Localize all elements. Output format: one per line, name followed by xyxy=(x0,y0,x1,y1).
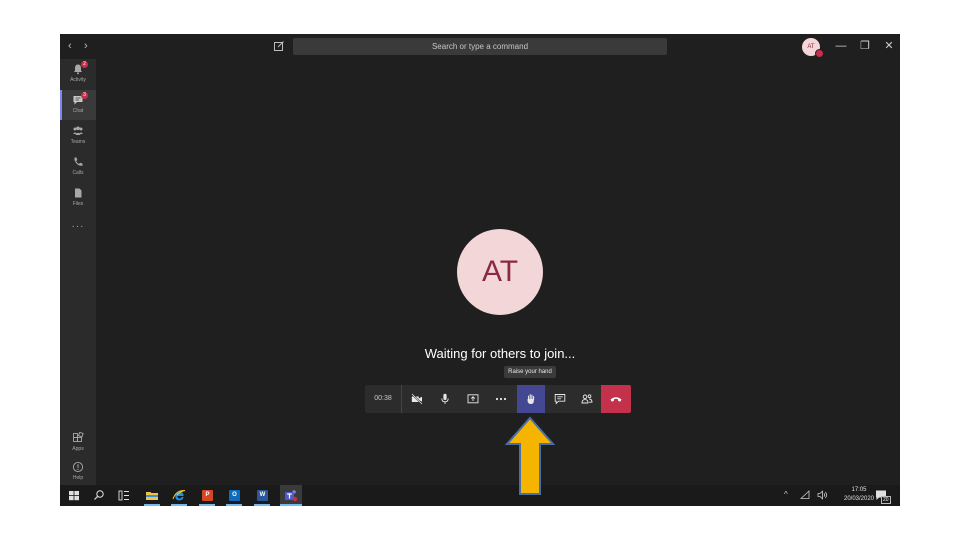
wifi-icon[interactable] xyxy=(800,490,810,500)
taskbar-outlook[interactable]: O xyxy=(226,488,242,506)
compose-icon[interactable] xyxy=(273,40,285,52)
more-actions-button[interactable] xyxy=(487,385,515,413)
teams-window: ‹ › Search or type a command AT — ❐ ✕ 2 … xyxy=(60,34,900,506)
hang-up-icon xyxy=(610,397,622,402)
chat-badge: 3 xyxy=(81,92,88,99)
camera-off-icon xyxy=(411,393,423,405)
back-button[interactable]: ‹ xyxy=(68,39,72,53)
search-icon[interactable] xyxy=(91,488,107,503)
help-icon xyxy=(72,461,84,473)
notification-count: 20 xyxy=(881,496,891,504)
participants-icon xyxy=(581,394,593,404)
sidebar-item-help[interactable]: Help xyxy=(60,457,96,487)
more-apps-button[interactable]: ··· xyxy=(60,221,96,232)
file-icon xyxy=(75,188,82,198)
call-controls-bar: 00:38 xyxy=(365,385,631,413)
microphone-icon xyxy=(441,393,449,404)
teams-icon xyxy=(73,126,83,135)
sidebar-item-chat[interactable]: 3 Chat xyxy=(60,90,96,120)
clock-date: 20/03/2020 xyxy=(843,496,875,502)
internet-explorer-icon xyxy=(172,489,186,501)
teams-app-icon xyxy=(285,490,298,502)
windows-start-icon[interactable] xyxy=(66,488,82,503)
sidebar-item-label: Files xyxy=(72,201,84,207)
running-indicator xyxy=(226,504,242,506)
clock-time: 17:05 xyxy=(851,487,867,493)
close-button[interactable]: ✕ xyxy=(882,39,896,53)
volume-icon[interactable] xyxy=(817,490,828,500)
raise-hand-button[interactable] xyxy=(517,385,545,413)
conversation-button[interactable] xyxy=(546,385,574,413)
word-icon: W xyxy=(257,490,268,501)
call-timer: 00:38 xyxy=(365,385,402,413)
show-hidden-icons-button[interactable]: ^ xyxy=(784,489,788,501)
task-view-icon[interactable] xyxy=(116,488,132,503)
sidebar-item-label: Teams xyxy=(70,139,86,145)
title-bar: ‹ › Search or type a command AT — ❐ ✕ xyxy=(60,34,900,59)
running-indicator xyxy=(280,504,302,506)
sidebar-item-label: Calls xyxy=(72,170,84,176)
more-icon xyxy=(495,397,507,401)
phone-icon xyxy=(74,157,83,166)
app-bar: 2 Activity 3 Chat Teams Calls Files ··· … xyxy=(60,59,96,485)
taskbar-teams[interactable] xyxy=(280,485,302,506)
sidebar-item-files[interactable]: Files xyxy=(60,183,96,213)
sidebar-item-label: Activity xyxy=(70,77,86,83)
running-indicator xyxy=(254,504,270,506)
presence-status-icon xyxy=(815,49,824,58)
taskbar-powerpoint[interactable]: P xyxy=(199,488,215,506)
chat-icon xyxy=(554,394,566,405)
taskbar-clock[interactable]: 17:05 20/03/2020 xyxy=(838,486,880,504)
sidebar-item-apps[interactable]: Apps xyxy=(60,428,96,458)
running-indicator xyxy=(171,504,187,506)
raise-hand-icon xyxy=(527,394,535,404)
taskbar-file-explorer[interactable] xyxy=(144,488,160,506)
sidebar-item-label: Chat xyxy=(72,108,84,114)
search-input[interactable]: Search or type a command xyxy=(293,38,667,55)
camera-off-button[interactable] xyxy=(403,385,431,413)
activity-badge: 2 xyxy=(81,61,88,68)
raise-hand-tooltip: Raise your hand xyxy=(504,366,556,378)
apps-icon xyxy=(73,432,84,442)
participant-avatar: AT xyxy=(457,229,543,315)
sidebar-item-activity[interactable]: 2 Activity xyxy=(60,59,96,89)
forward-button[interactable]: › xyxy=(84,39,88,53)
participants-button[interactable] xyxy=(573,385,601,413)
windows-taskbar: P O W ^ 17:05 20/03/2020 20 xyxy=(60,485,900,506)
outlook-icon: O xyxy=(229,490,240,501)
sidebar-item-label: Apps xyxy=(72,446,84,452)
annotation-arrow-icon xyxy=(505,416,555,495)
share-screen-button[interactable] xyxy=(459,385,487,413)
call-status-text: Waiting for others to join... xyxy=(424,346,576,361)
hang-up-button[interactable] xyxy=(601,385,631,413)
running-indicator xyxy=(199,504,215,506)
taskbar-internet-explorer[interactable] xyxy=(171,488,187,506)
powerpoint-icon: P xyxy=(202,490,213,501)
running-indicator xyxy=(144,504,160,506)
share-screen-icon xyxy=(467,394,479,404)
minimize-button[interactable]: — xyxy=(834,39,848,53)
taskbar-word[interactable]: W xyxy=(254,488,270,506)
sidebar-item-calls[interactable]: Calls xyxy=(60,152,96,182)
folder-icon xyxy=(146,492,158,500)
sidebar-item-label: Help xyxy=(72,475,84,481)
maximize-button[interactable]: ❐ xyxy=(858,39,872,53)
microphone-button[interactable] xyxy=(431,385,459,413)
sidebar-item-teams[interactable]: Teams xyxy=(60,121,96,151)
